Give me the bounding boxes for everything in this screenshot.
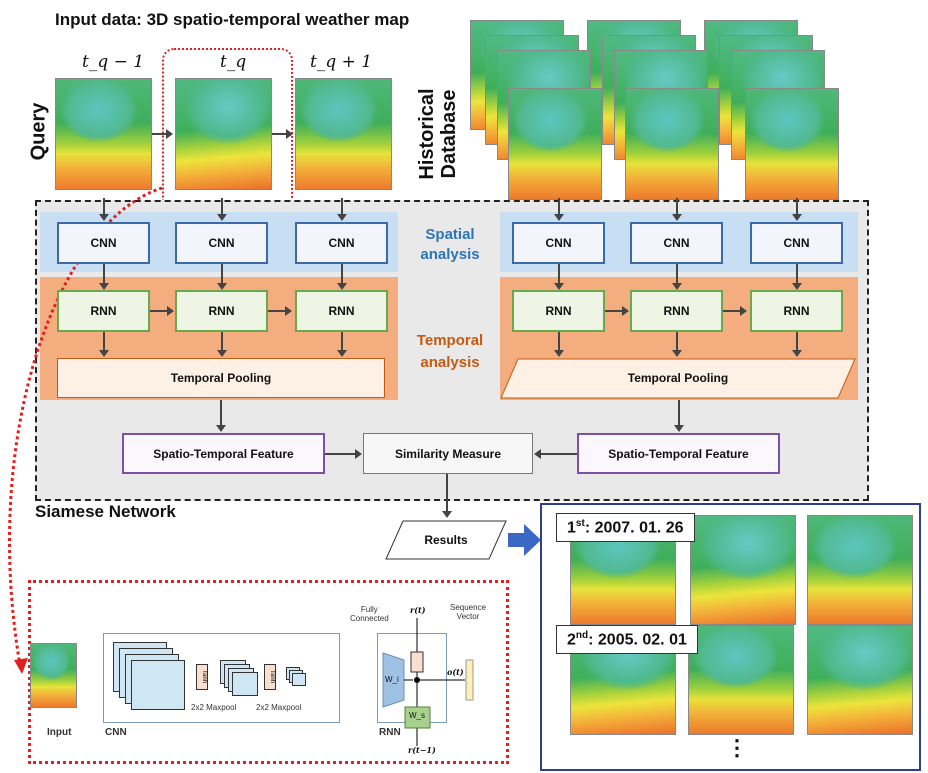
cnn-box: CNN	[512, 222, 605, 264]
arrow	[337, 332, 347, 357]
cnn-box: CNN	[57, 222, 150, 264]
rnn-box: RNN	[750, 290, 843, 332]
wi-label: W_i	[385, 675, 399, 684]
arrow	[792, 198, 802, 221]
temporal-label-1: Temporal	[416, 332, 484, 349]
database-label-1: Historical	[416, 88, 438, 180]
cnn-box: CNN	[750, 222, 843, 264]
arrow	[217, 264, 227, 290]
feature-map-layer	[232, 672, 258, 696]
arrow	[672, 198, 682, 221]
arrow	[150, 306, 174, 316]
rank-suffix: st	[575, 518, 585, 529]
rnn-box: RNN	[512, 290, 605, 332]
weather-map	[55, 78, 152, 190]
arrow	[325, 449, 362, 459]
rank-label: 1st: 2007. 01. 26	[556, 513, 695, 543]
title: Input data: 3D spatio-temporal weather m…	[55, 10, 410, 29]
rank-number: 2	[567, 631, 576, 649]
database-map	[745, 88, 839, 200]
tanh-block: Tanh	[264, 664, 276, 690]
arrow	[442, 474, 452, 518]
rank-label: 2nd: 2005. 02. 01	[556, 625, 698, 655]
results-label: Results	[424, 533, 468, 547]
time-label: t_q − 1	[82, 52, 145, 72]
maxpool-label: 2x2 Maxpool	[256, 703, 302, 712]
arrow	[554, 332, 564, 357]
r-t-label: r(t)	[410, 605, 426, 615]
arrow	[99, 264, 109, 290]
spatial-label-2: analysis	[420, 246, 480, 263]
arrow	[672, 332, 682, 357]
arrow	[554, 264, 564, 290]
cnn-box: CNN	[295, 222, 388, 264]
arrow	[792, 332, 802, 357]
arrow	[723, 306, 747, 316]
result-map	[688, 625, 794, 735]
arrow	[99, 198, 109, 221]
arrow	[672, 264, 682, 290]
rank-number: 1	[567, 519, 576, 537]
tanh-block: Tanh	[196, 664, 208, 690]
diagram: Input data: 3D spatio-temporal weather m…	[0, 0, 928, 773]
cnn-box: CNN	[175, 222, 268, 264]
arrow	[99, 332, 109, 357]
rnn-box: RNN	[630, 290, 723, 332]
ws-label: W_s	[409, 711, 425, 720]
rnn-box: RNN	[295, 290, 388, 332]
database-label: Historical Database	[416, 74, 460, 194]
r-t-1-label: r(t−1)	[408, 745, 436, 755]
rank-date: : 2005. 02. 01	[588, 631, 687, 649]
weather-map	[295, 78, 392, 190]
result-map	[690, 515, 796, 625]
arrow	[792, 264, 802, 290]
arrow	[534, 449, 577, 459]
rank-date: : 2007. 01. 26	[584, 519, 684, 537]
temporal-label-2: analysis	[420, 354, 480, 371]
database-map	[508, 88, 602, 200]
ellipsis: ⋮	[726, 735, 748, 760]
result-map	[807, 625, 913, 735]
temporal-analysis-label: Temporal analysis	[400, 330, 500, 374]
rnn-box: RNN	[57, 290, 150, 332]
database-map	[625, 88, 719, 200]
feature-map-layer	[131, 660, 185, 710]
time-label: t_q + 1	[310, 52, 373, 72]
query-label: Query	[27, 102, 50, 161]
cnn-label: CNN	[105, 727, 127, 738]
spatio-temporal-feature: Spatio-Temporal Feature	[577, 433, 780, 474]
arrow	[217, 198, 227, 221]
arrow	[268, 306, 292, 316]
cnn-box: CNN	[630, 222, 723, 264]
right-arrow-icon	[508, 524, 541, 556]
o-t-label: o(t)	[447, 667, 464, 677]
arrow	[216, 400, 226, 432]
result-map	[807, 515, 913, 625]
temporal-pooling: Temporal Pooling	[627, 371, 729, 385]
arrow	[674, 400, 684, 432]
arrow	[217, 332, 227, 357]
arrow	[337, 198, 347, 221]
input-label: Input	[47, 727, 72, 738]
maxpool-label: 2x2 Maxpool	[191, 703, 237, 712]
rnn-box: RNN	[175, 290, 268, 332]
spatial-label-1: Spatial	[425, 226, 475, 243]
rank-suffix: nd	[575, 630, 589, 641]
similarity-measure: Similarity Measure	[363, 433, 533, 474]
database-label-2: Database	[438, 89, 460, 179]
spatial-analysis-label: Spatial analysis	[400, 225, 500, 265]
arrow	[337, 264, 347, 290]
arrow	[554, 198, 564, 221]
arrow	[605, 306, 629, 316]
feature-map-layer	[292, 673, 306, 686]
input-map	[30, 643, 77, 708]
